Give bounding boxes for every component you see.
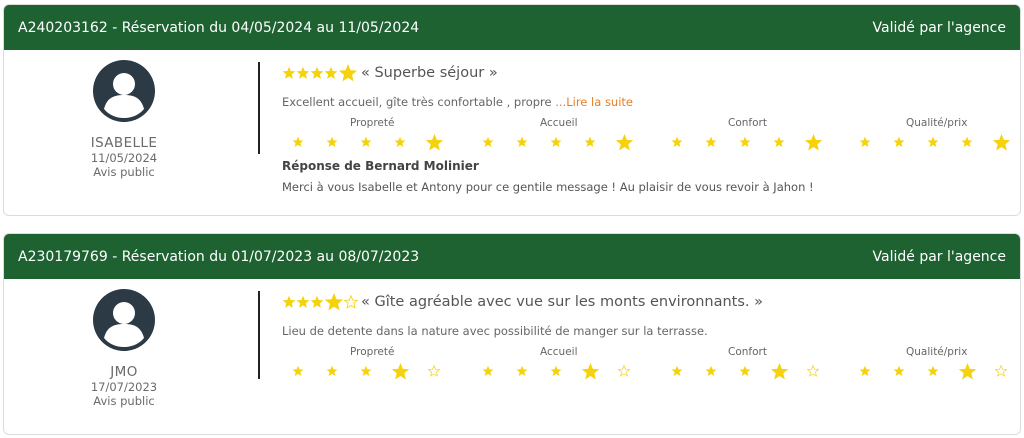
review-content: « Superbe séjour » Excellent accueil, gî… <box>282 62 1012 194</box>
review-card: A240203162 - Réservation du 04/05/2024 a… <box>3 4 1021 216</box>
star-filled-icon <box>927 365 939 377</box>
author-name: JMO <box>110 364 138 380</box>
star-empty-icon <box>995 365 1007 377</box>
star-filled-icon <box>992 133 1010 150</box>
criterion-label-confort: Confort <box>728 346 767 358</box>
star-filled-icon <box>671 136 683 148</box>
star-filled-icon <box>516 365 528 377</box>
user-avatar-icon <box>93 60 155 122</box>
star-filled-icon <box>804 133 822 150</box>
divider <box>258 62 260 154</box>
star-filled-icon <box>394 136 406 148</box>
star-filled-icon <box>292 136 304 148</box>
reservation-title: A230179769 - Réservation du 01/07/2023 a… <box>18 248 420 265</box>
response-text: Merci à vous Isabelle et Antony pour ce … <box>282 180 814 194</box>
author-name: ISABELLE <box>90 135 158 151</box>
review-date: 17/07/2023 <box>90 380 158 394</box>
star-filled-icon <box>773 136 785 148</box>
reservation-title: A240203162 - Réservation du 04/05/2024 a… <box>18 19 420 36</box>
star-filled-icon <box>326 136 338 148</box>
star-filled-icon <box>893 136 905 148</box>
review-content: « Gîte agréable avec vue sur les monts e… <box>282 291 1012 382</box>
star-filled-icon <box>324 293 344 311</box>
star-filled-icon <box>893 365 905 377</box>
star-filled-icon <box>326 365 338 377</box>
star-filled-icon <box>705 365 717 377</box>
star-filled-icon <box>958 362 976 379</box>
criterion-label-qualite-prix: Qualité/prix <box>906 346 968 358</box>
star-filled-icon <box>739 365 751 377</box>
review-card: A230179769 - Réservation du 01/07/2023 a… <box>3 233 1021 435</box>
star-empty-icon <box>618 365 630 377</box>
star-filled-icon <box>296 66 310 79</box>
owner-response: Réponse de Bernard Molinier Merci à vous… <box>282 159 1012 194</box>
review-excerpt: Lieu de detente dans la nature avec poss… <box>282 324 1012 338</box>
star-filled-icon <box>482 136 494 148</box>
criterion-label-proprete: Propreté <box>350 346 395 358</box>
divider <box>258 291 260 379</box>
criterion-label-qualite-prix: Qualité/prix <box>906 117 968 129</box>
review-visibility: Avis public <box>93 394 155 408</box>
overall-rating-stars <box>282 63 358 83</box>
review-title: « Superbe séjour » <box>361 65 498 81</box>
star-empty-icon <box>344 295 358 309</box>
star-filled-icon <box>324 66 338 79</box>
star-filled-icon <box>927 136 939 148</box>
star-filled-icon <box>671 365 683 377</box>
star-filled-icon <box>770 362 788 379</box>
star-filled-icon <box>310 66 324 79</box>
star-filled-icon <box>516 136 528 148</box>
star-filled-icon <box>859 365 871 377</box>
star-filled-icon <box>550 365 562 377</box>
star-filled-icon <box>581 362 599 379</box>
criteria-stars <box>282 360 1012 382</box>
criterion-label-accueil: Accueil <box>540 117 578 129</box>
review-visibility: Avis public <box>93 165 155 179</box>
review-title: « Gîte agréable avec vue sur les monts e… <box>361 294 764 310</box>
star-filled-icon <box>859 136 871 148</box>
star-filled-icon <box>739 136 751 148</box>
overall-rating-stars <box>282 292 358 312</box>
star-filled-icon <box>705 136 717 148</box>
criterion-label-accueil: Accueil <box>540 346 578 358</box>
star-filled-icon <box>360 136 372 148</box>
read-more-link[interactable]: ...Lire la suite <box>555 95 633 109</box>
star-filled-icon <box>584 136 596 148</box>
star-filled-icon <box>482 365 494 377</box>
review-header: A230179769 - Réservation du 01/07/2023 a… <box>4 234 1020 279</box>
star-filled-icon <box>282 66 296 79</box>
star-filled-icon <box>391 362 409 379</box>
criteria-stars <box>282 131 1012 153</box>
star-filled-icon <box>961 136 973 148</box>
validation-status: Validé par l'agence <box>872 19 1006 36</box>
criteria-labels: Propreté Accueil Confort Qualité/prix <box>282 117 1012 131</box>
criterion-label-confort: Confort <box>728 117 767 129</box>
criteria-labels: Propreté Accueil Confort Qualité/prix <box>282 346 1012 360</box>
star-filled-icon <box>338 64 358 82</box>
star-filled-icon <box>282 295 296 308</box>
review-author: JMO 17/07/2023 Avis public <box>34 289 214 408</box>
star-filled-icon <box>310 295 324 308</box>
star-empty-icon <box>428 365 440 377</box>
star-empty-icon <box>807 365 819 377</box>
review-author: ISABELLE 11/05/2024 Avis public <box>34 60 214 179</box>
review-header: A240203162 - Réservation du 04/05/2024 a… <box>4 5 1020 50</box>
star-filled-icon <box>292 365 304 377</box>
star-filled-icon <box>615 133 633 150</box>
star-filled-icon <box>550 136 562 148</box>
response-title: Réponse de Bernard Molinier <box>282 159 479 173</box>
validation-status: Validé par l'agence <box>872 248 1006 265</box>
star-filled-icon <box>425 133 443 150</box>
excerpt-text: Excellent accueil, gîte très confortable… <box>282 95 556 109</box>
star-filled-icon <box>360 365 372 377</box>
excerpt-text: Lieu de detente dans la nature avec poss… <box>282 324 708 338</box>
review-excerpt: Excellent accueil, gîte très confortable… <box>282 95 1012 109</box>
review-date: 11/05/2024 <box>90 151 158 165</box>
criterion-label-proprete: Propreté <box>350 117 395 129</box>
star-filled-icon <box>296 295 310 308</box>
user-avatar-icon <box>93 289 155 351</box>
